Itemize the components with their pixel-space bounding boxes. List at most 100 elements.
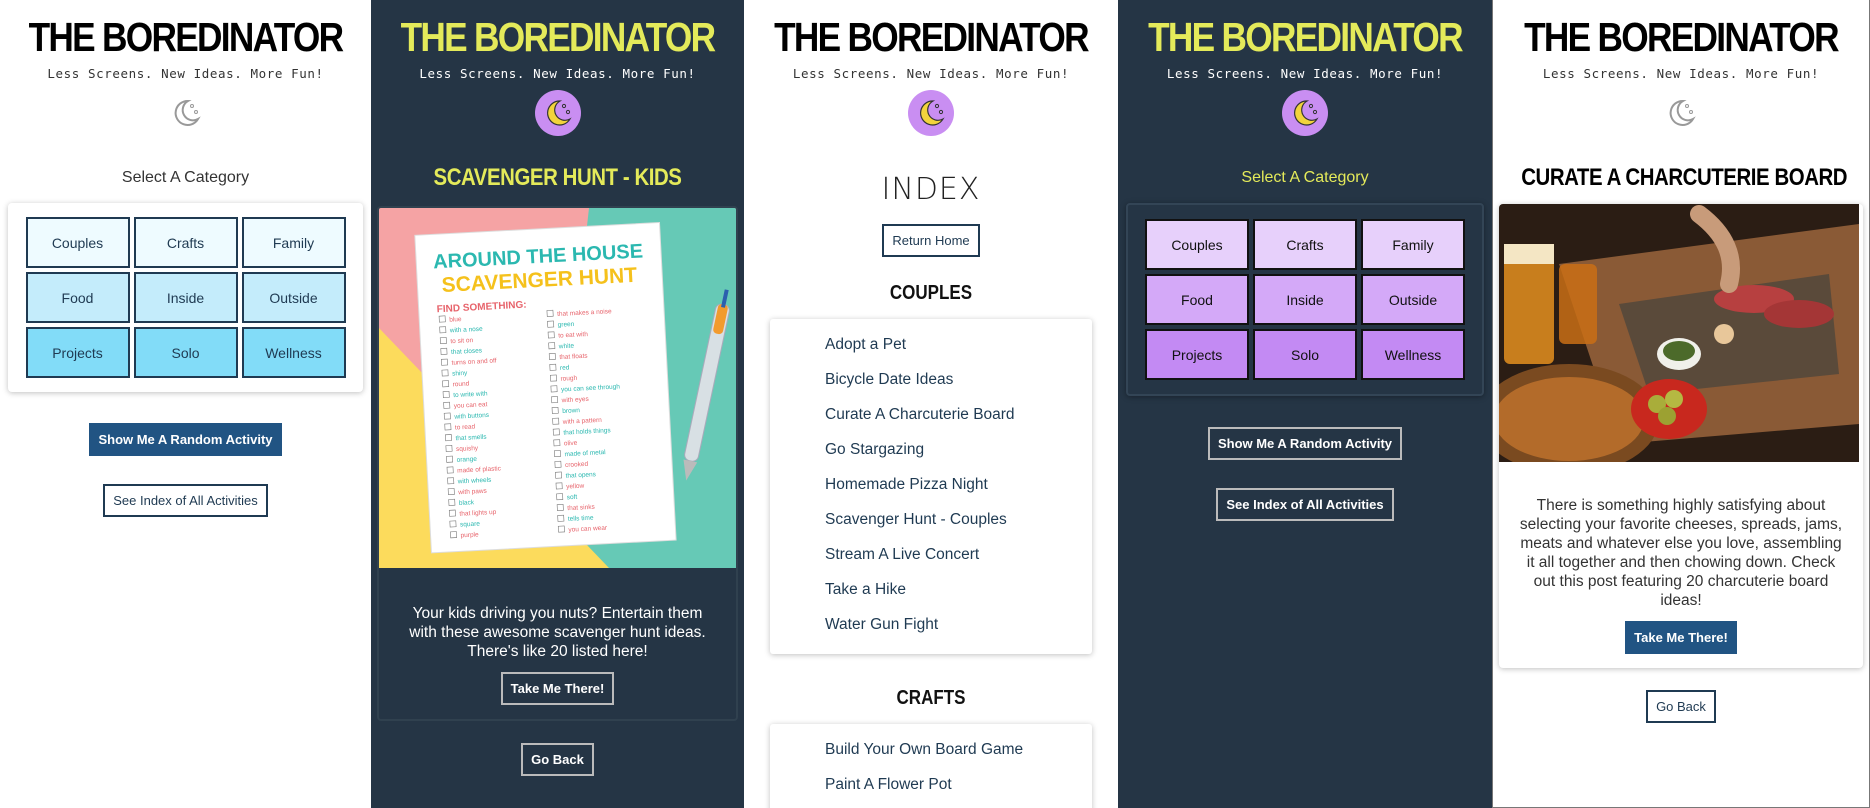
hunt-item: with eyes [560, 396, 589, 405]
activity-panel-dark: THE BOREDINATOR Less Screens. New Ideas.… [371, 0, 744, 808]
category-couples[interactable]: Couples [25, 217, 130, 268]
hunt-item: square [460, 521, 481, 529]
moon-icon [920, 100, 945, 126]
moon-icon [174, 99, 201, 126]
category-food[interactable]: Food [25, 272, 130, 323]
category-inside[interactable]: Inside [133, 272, 238, 323]
hunt-item: olive [564, 440, 578, 448]
moon-icon [1669, 99, 1696, 126]
index-link[interactable]: Water Gun Fight [770, 611, 1092, 646]
hunt-item: yellow [566, 483, 585, 491]
hunt-item: soft [567, 494, 578, 502]
category-solo[interactable]: Solo [1253, 329, 1357, 380]
moon-icon [1294, 100, 1319, 126]
hunt-item: crooked [565, 461, 589, 469]
activity-title: SCAVENGER HUNT - KIDS [433, 164, 682, 191]
index-link[interactable]: Take a Hike [770, 576, 1092, 611]
theme-toggle[interactable] [534, 90, 581, 136]
activity-panel-light: THE BOREDINATOR Less Screens. New Ideas.… [1492, 0, 1870, 808]
index-link[interactable]: Scavenger Hunt - Couples [770, 506, 1092, 541]
hunt-item: tells time [568, 515, 594, 523]
site-tagline: Less Screens. New Ideas. More Fun! [1542, 66, 1820, 81]
site-tagline: Less Screens. New Ideas. More Fun! [419, 66, 696, 81]
index-link[interactable]: Go Stargazing [770, 436, 1092, 471]
theme-toggle[interactable] [163, 90, 209, 136]
site-logo[interactable]: THE BOREDINATOR [26, 12, 345, 62]
category-projects[interactable]: Projects [1145, 329, 1249, 380]
category-wellness[interactable]: Wellness [241, 327, 346, 378]
site-logo[interactable]: THE BOREDINATOR [1519, 12, 1842, 62]
category-grid: Couples Crafts Family Food Inside Outsid… [8, 203, 363, 392]
hunt-item: orange [456, 456, 477, 464]
theme-toggle[interactable] [1658, 90, 1704, 136]
activity-card: AROUND THE HOUSE SCAVENGER HUNT FIND SOM… [377, 206, 738, 721]
hunt-item: to sit on [450, 337, 473, 345]
theme-toggle[interactable] [908, 90, 954, 136]
hunt-item: round [453, 380, 470, 388]
category-family[interactable]: Family [241, 217, 346, 268]
take-me-there-button[interactable]: Take Me There! [500, 672, 615, 705]
site-tagline: Less Screens. New Ideas. More Fun! [792, 66, 1070, 81]
index-panel: THE BOREDINATOR Less Screens. New Ideas.… [744, 0, 1118, 808]
take-me-there-button[interactable]: Take Me There! [1625, 621, 1737, 654]
site-tagline: Less Screens. New Ideas. More Fun! [47, 66, 324, 81]
index-list-couples: Adopt a Pet Bicycle Date Ideas Curate A … [770, 319, 1092, 654]
home-panel-dark: THE BOREDINATOR Less Screens. New Ideas.… [1118, 0, 1492, 808]
category-inside[interactable]: Inside [1253, 274, 1357, 325]
charcuterie-image [1499, 204, 1859, 462]
category-projects[interactable]: Projects [25, 327, 130, 378]
category-outside[interactable]: Outside [241, 272, 346, 323]
hunt-item: shiny [452, 370, 468, 378]
select-category-label: Select A Category [121, 169, 250, 186]
theme-toggle[interactable] [1282, 90, 1328, 136]
category-wellness[interactable]: Wellness [1361, 329, 1465, 380]
go-back-button[interactable]: Go Back [521, 743, 594, 776]
activity-description: Your kids driving you nuts? Entertain th… [409, 605, 706, 660]
site-logo[interactable]: THE BOREDINATOR [770, 12, 1092, 62]
hunt-item: purple [460, 531, 479, 539]
category-solo[interactable]: Solo [133, 327, 238, 378]
index-link[interactable]: Bicycle Date Ideas [770, 366, 1092, 401]
index-heading-couples: COUPLES [889, 282, 973, 304]
index-list-crafts: Build Your Own Board Game Paint A Flower… [770, 724, 1092, 808]
site-logo[interactable]: THE BOREDINATOR [397, 12, 718, 62]
category-couples[interactable]: Couples [1145, 219, 1249, 270]
index-link[interactable]: Homemade Pizza Night [770, 471, 1092, 506]
hunt-item: that sinks [567, 504, 596, 512]
index-link[interactable]: Adopt a Pet [770, 331, 1092, 366]
category-family[interactable]: Family [1361, 219, 1465, 270]
hunt-item: rough [560, 375, 577, 383]
hunt-item: green [558, 321, 575, 329]
category-outside[interactable]: Outside [1361, 274, 1465, 325]
index-heading-crafts: CRAFTS [896, 687, 966, 709]
random-activity-button[interactable]: Show Me A Random Activity [1207, 427, 1403, 460]
category-food[interactable]: Food [1145, 274, 1249, 325]
index-link[interactable]: Paint A Flower Pot [770, 771, 1092, 806]
index-button[interactable]: See Index of All Activities [1216, 488, 1394, 521]
index-link[interactable]: Stream A Live Concert [770, 541, 1092, 576]
activity-card: There is something highly satisfying abo… [1499, 204, 1863, 668]
hunt-item: red [560, 364, 570, 372]
hunt-item: blue [449, 316, 462, 324]
return-home-button[interactable]: Return Home [882, 224, 980, 257]
select-category-label: Select A Category [1241, 169, 1369, 186]
category-crafts[interactable]: Crafts [1253, 219, 1357, 270]
site-logo[interactable]: THE BOREDINATOR [1144, 12, 1466, 62]
index-title: INDEX [881, 172, 981, 207]
index-link[interactable]: Build Your Own Board Game [770, 736, 1092, 771]
category-grid: Couples Crafts Family Food Inside Outsid… [1126, 203, 1484, 396]
hunt-item: squishy [456, 445, 479, 453]
hunt-item: black [459, 499, 475, 507]
scavenger-hunt-image: AROUND THE HOUSE SCAVENGER HUNT FIND SOM… [379, 208, 736, 568]
random-activity-button[interactable]: Show Me A Random Activity [89, 423, 282, 456]
go-back-button[interactable]: Go Back [1646, 690, 1716, 723]
site-tagline: Less Screens. New Ideas. More Fun! [1166, 66, 1444, 81]
hunt-item: brown [562, 407, 580, 415]
moon-icon [546, 100, 572, 126]
index-link[interactable]: Curate A Charcuterie Board [770, 401, 1092, 436]
index-button[interactable]: See Index of All Activities [103, 484, 268, 517]
activity-title: CURATE A CHARCUTERIE BOARD [1521, 164, 1848, 191]
category-crafts[interactable]: Crafts [133, 217, 238, 268]
hunt-item: to read [455, 423, 476, 431]
home-panel-light: THE BOREDINATOR Less Screens. New Ideas.… [0, 0, 371, 808]
